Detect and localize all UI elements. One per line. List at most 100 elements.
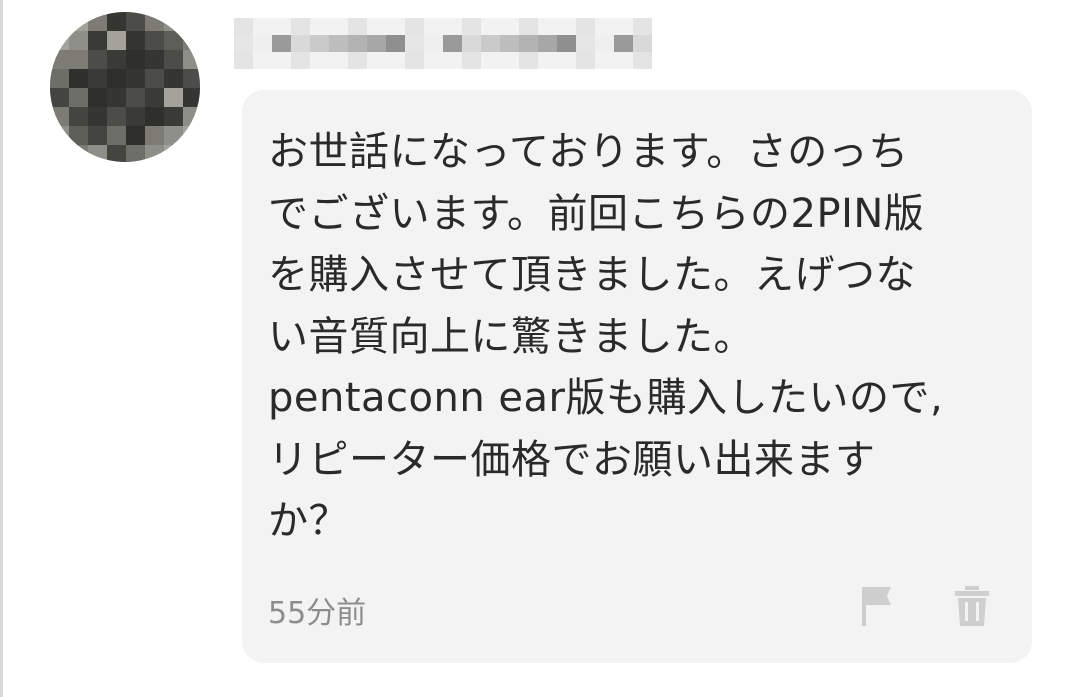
avatar-pixel [164,50,183,69]
avatar-pixel [69,126,88,145]
username-pixel [348,35,367,52]
avatar-pixel [69,31,88,50]
username-pixel [462,35,481,52]
avatar-pixel [164,88,183,107]
username-pixel [576,35,595,52]
avatar-pixel [126,88,145,107]
comment-text-line: か？ [268,498,349,544]
avatar-pixel [50,145,69,162]
username-pixel [557,35,576,52]
username-pixel [348,52,367,69]
username-pixel [329,52,348,69]
avatar-pixel [183,107,200,126]
avatar-pixel [69,69,88,88]
avatar-pixel [183,50,200,69]
avatar-pixel [50,88,69,107]
username-pixel [519,18,538,35]
username-pixel [291,35,310,52]
avatar-pixel [164,12,183,31]
avatar-pixel [69,145,88,162]
username-pixel [234,18,253,35]
comment-text-line: を購入させて頂きました。えげつな [268,252,916,298]
username-pixel [272,18,291,35]
avatar-pixel [145,12,164,31]
username-pixel [405,18,424,35]
avatar-pixel [145,145,164,162]
flag-icon [862,587,891,626]
avatar-pixel [183,31,200,50]
username-pixel [405,52,424,69]
avatar-pixel [50,50,69,69]
avatar-pixel [164,69,183,88]
avatar-pixel [107,31,126,50]
avatar-pixel [50,126,69,145]
comment-text-line: お世話になっております。さのっち [268,129,909,175]
comment-text-line: でございます。前回こちらの2PIN版 [268,190,925,237]
comment-text-line: pentaconn ear版も購入したいので, [268,375,944,421]
username-pixel [272,35,291,52]
username-pixel [291,52,310,69]
avatar-pixel [164,145,183,162]
avatar-pixel [69,12,88,31]
username-pixel [367,18,386,35]
username-pixel [576,52,595,69]
username-pixel [557,18,576,35]
username-pixel [329,18,348,35]
username-pixel [386,52,405,69]
username-pixel [519,35,538,52]
avatar-pixel [88,126,107,145]
username-pixel [329,35,348,52]
username-pixel [367,35,386,52]
username-pixel [538,35,557,52]
window-edge-divider [0,0,3,697]
avatar-pixel [107,126,126,145]
username-pixel [500,52,519,69]
delete-trash-button[interactable] [952,584,992,628]
username-pixel [595,18,614,35]
username-pixel [291,18,310,35]
trash-icon [955,586,989,626]
avatar-pixel [107,50,126,69]
avatar-pixel [164,31,183,50]
username-pixel [462,52,481,69]
avatar-pixel [126,69,145,88]
username-pixel [614,52,633,69]
username-pixel [614,35,633,52]
username-pixel [443,18,462,35]
avatar-pixel [145,31,164,50]
avatar-pixel [107,12,126,31]
comment-text: お世話になっております。さのっち でございます。前回こちらの2PIN版 を購入さ… [268,122,998,553]
username-pixel [538,18,557,35]
username-pixel [310,35,329,52]
avatar-pixel [50,107,69,126]
avatar-pixel [107,88,126,107]
username-pixel [424,35,443,52]
avatar-pixel [126,31,145,50]
avatar-pixel [69,88,88,107]
avatar-pixel [183,145,200,162]
username-blurred [234,18,654,78]
username-pixel [272,52,291,69]
avatar-pixel [107,69,126,88]
avatar-pixel [88,107,107,126]
avatar-pixel [69,50,88,69]
username-pixel [462,18,481,35]
avatar-pixel [145,107,164,126]
avatar[interactable] [50,12,200,162]
avatar-pixel [164,126,183,145]
username-pixel [424,52,443,69]
username-pixel [595,35,614,52]
avatar-pixel [88,88,107,107]
username-pixel [234,52,253,69]
username-pixel [367,52,386,69]
avatar-pixel [69,107,88,126]
username-pixel [386,35,405,52]
username-pixel [557,52,576,69]
avatar-pixel [88,31,107,50]
username-pixel [538,52,557,69]
username-pixel [614,18,633,35]
avatar-pixel [88,12,107,31]
avatar-pixel [107,107,126,126]
avatar-pixel [126,107,145,126]
report-flag-button[interactable] [858,584,898,628]
